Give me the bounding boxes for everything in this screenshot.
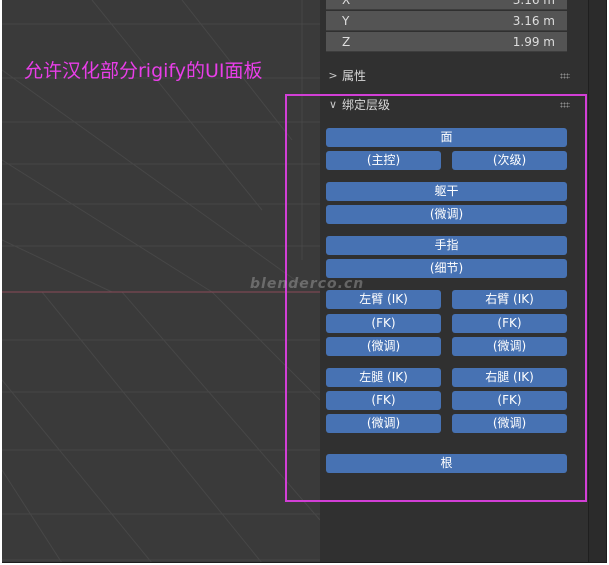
axis-value: 1.99 m [512,35,555,49]
axis-value: 3.16 m [512,14,555,28]
axis-label: X [342,0,351,7]
highlight-box [285,94,587,502]
watermark-text: blenderco.cn [250,276,365,292]
sidebar-scroll-edge[interactable] [588,0,606,562]
chevron-right-icon: > [328,69,338,82]
location-x-field[interactable]: X 3.16 m [326,0,567,10]
drag-grip-icon[interactable] [560,73,570,79]
location-z-field[interactable]: Z 1.99 m [326,32,567,52]
annotation-caption: 允许汉化部分rigify的UI面板 [24,60,263,82]
axis-value: 3.16 m [512,0,555,7]
properties-section-header[interactable]: > 属性 [326,66,570,86]
axis-label: Z [342,35,351,49]
location-y-field[interactable]: Y 3.16 m [326,11,567,31]
axis-label: Y [342,14,350,28]
section-label: 属性 [342,69,367,83]
